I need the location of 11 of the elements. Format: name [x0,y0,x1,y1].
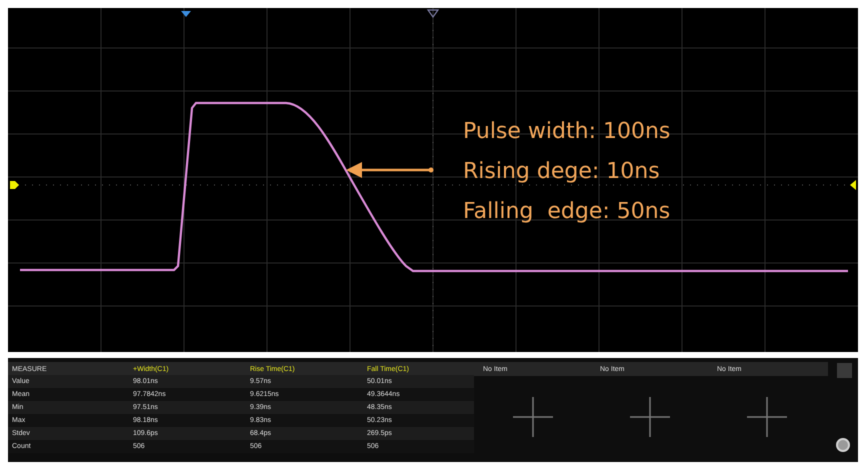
add-icon[interactable] [746,397,786,437]
add-icon[interactable] [512,397,552,437]
round-button[interactable] [836,438,850,452]
center-marker-icon [426,9,440,18]
annotation-text: Rising dege: 10ns [463,158,661,186]
channel-level-marker-icon[interactable] [10,181,19,189]
annotation-text: Falling edge: 50ns [463,198,670,226]
annotation-text: Pulse width: 100ns [463,118,670,146]
trigger-level-marker-icon[interactable] [850,180,856,190]
add-icon[interactable] [630,397,670,437]
trigger-position-marker-icon[interactable] [181,11,191,17]
